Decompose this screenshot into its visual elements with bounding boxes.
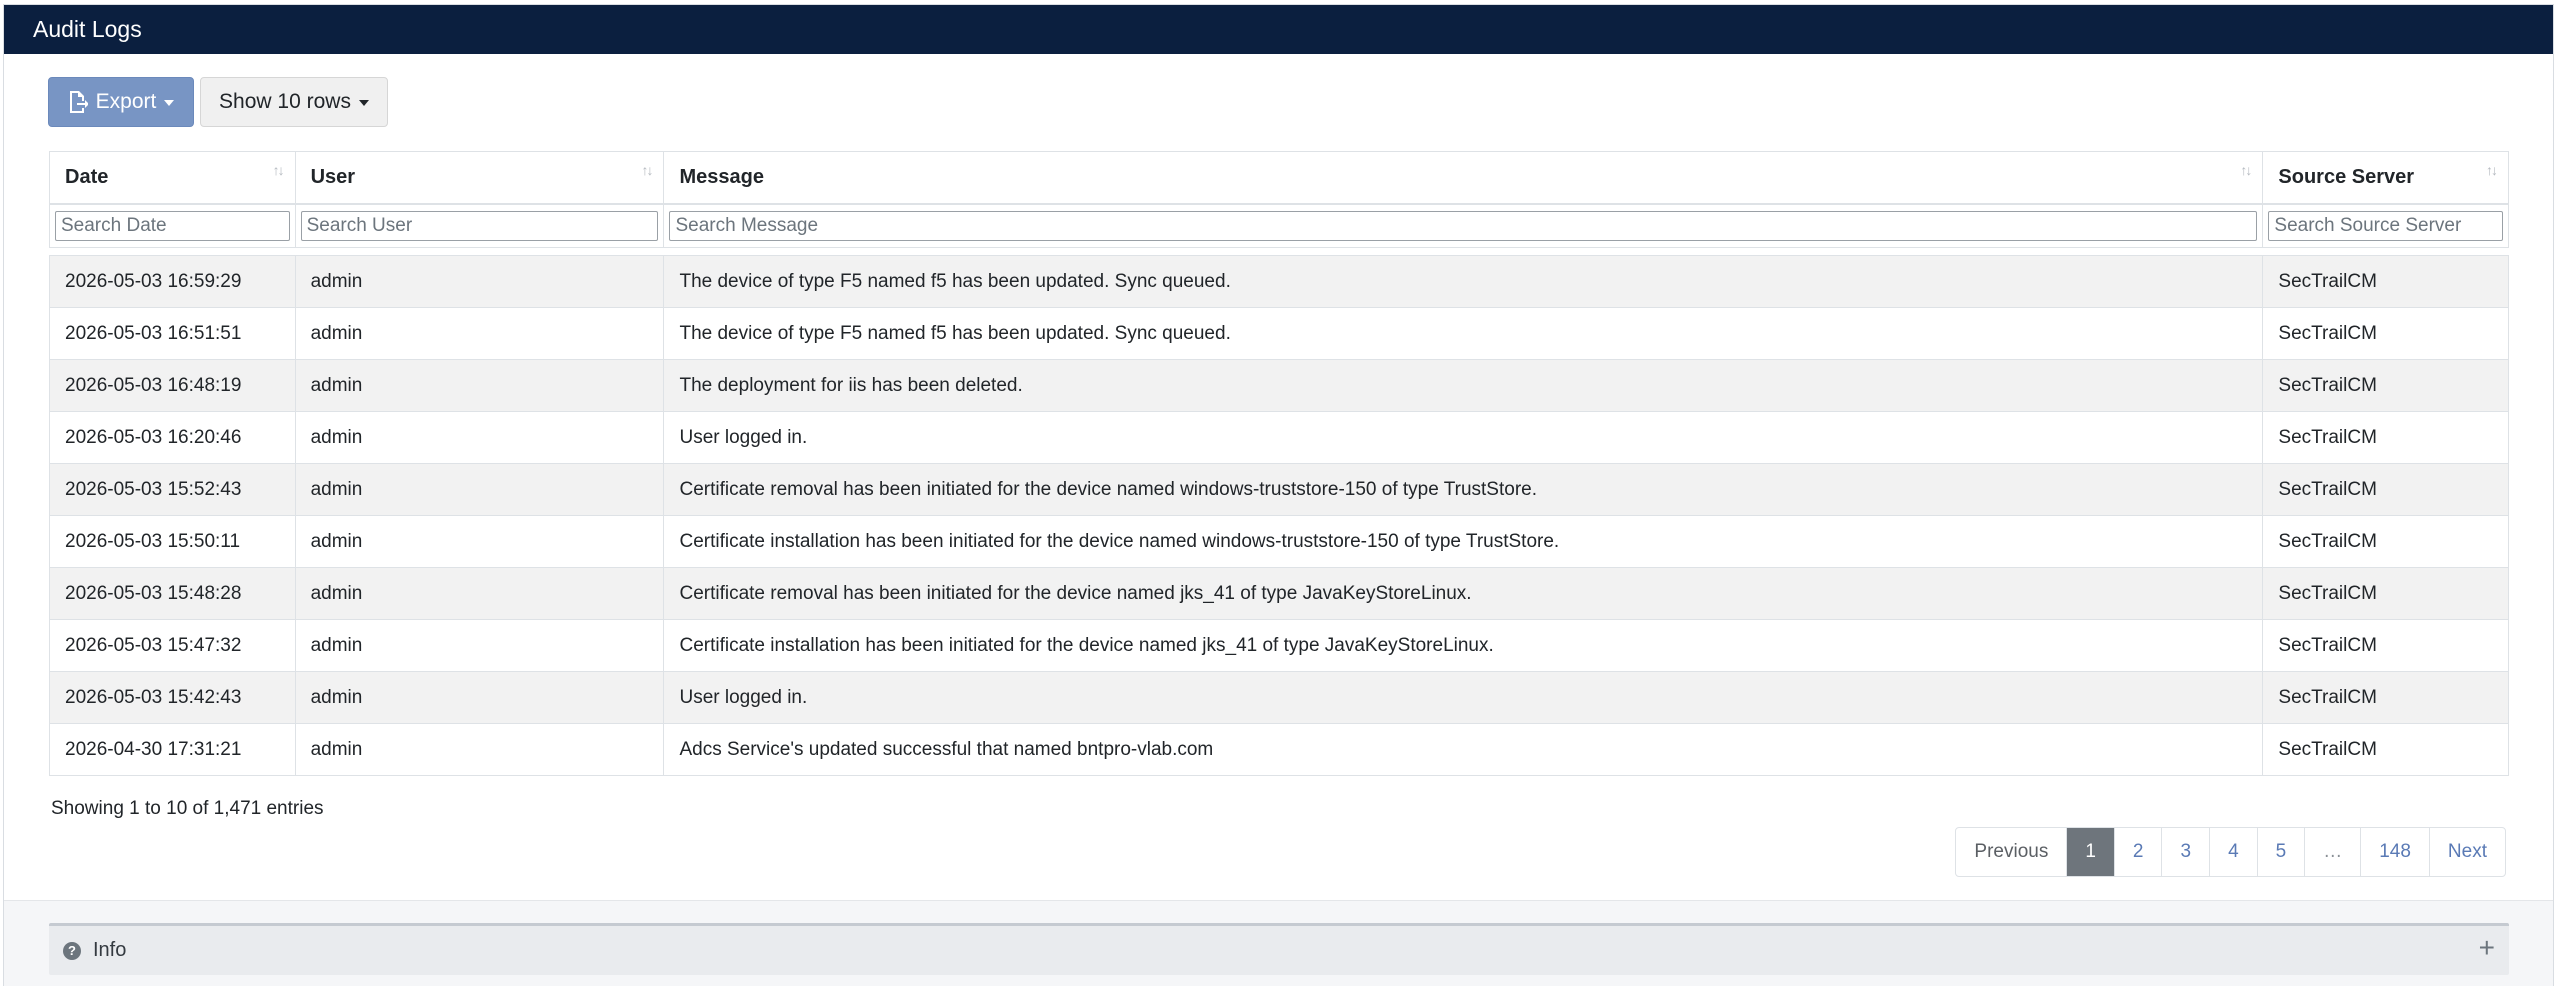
panel-title: Audit Logs [4, 5, 2553, 54]
date-cell: 2026-05-03 16:51:51 [49, 307, 296, 360]
sort-icon: ↑↓ [2240, 162, 2252, 178]
page-1-button[interactable]: 1 [2066, 828, 2114, 876]
sort-icon: ↑↓ [272, 162, 285, 178]
table-row: 2026-05-03 15:48:28 admin Certificate re… [49, 567, 2509, 620]
date-cell: 2026-05-03 15:50:11 [49, 515, 296, 568]
user-cell: admin [294, 255, 665, 308]
message-cell: Adcs Service's updated successful that n… [663, 723, 2264, 776]
audit-log-table: Date ↑↓ User ↑↓ Message ↑↓ Source Server ↑↓ … [49, 151, 2509, 776]
date-cell: 2026-05-03 16:20:46 [49, 411, 296, 464]
page-2-button[interactable]: 2 [2113, 828, 2162, 876]
source-server-cell: SecTrailCM [2262, 463, 2509, 516]
pagination: Previous 1 2 3 4 5 … 148 Next [1955, 827, 2506, 877]
message-cell: Certificate removal has been initiated f… [663, 567, 2264, 620]
source-server-cell: SecTrailCM [2262, 411, 2509, 464]
question-circle-icon: ? [63, 941, 81, 960]
user-cell: admin [294, 567, 665, 620]
source-server-cell: SecTrailCM [2262, 255, 2509, 308]
table-row: 2026-05-03 15:42:43 admin User logged in… [49, 671, 2509, 724]
page-3-button[interactable]: 3 [2161, 828, 2209, 876]
search-user-input[interactable] [300, 210, 659, 241]
file-export-icon [69, 91, 88, 113]
table-row: 2026-05-03 16:59:29 admin The device of … [49, 255, 2509, 308]
source-server-cell: SecTrailCM [2262, 515, 2509, 568]
page-5-button[interactable]: 5 [2256, 828, 2305, 876]
message-cell: User logged in. [663, 411, 2264, 464]
plus-icon[interactable]: + [2479, 934, 2495, 962]
sort-icon: ↑↓ [2486, 162, 2498, 178]
date-cell: 2026-05-03 15:48:28 [49, 567, 296, 620]
message-cell: The device of type F5 named f5 has been … [663, 307, 2264, 360]
export-label: Export [95, 90, 157, 113]
search-source-server-input[interactable] [2268, 210, 2503, 241]
previous-page-button[interactable]: Previous [1956, 828, 2066, 876]
info-title: Info [93, 939, 127, 961]
page-ellipsis: … [2304, 828, 2360, 876]
user-cell: admin [294, 307, 665, 360]
table-row: 2026-05-03 15:47:32 admin Certificate in… [49, 619, 2509, 672]
next-page-button[interactable]: Next [2428, 828, 2505, 876]
table-row: 2026-05-03 16:51:51 admin The device of … [49, 307, 2509, 360]
user-cell: admin [294, 723, 665, 776]
date-cell: 2026-05-03 15:47:32 [49, 619, 296, 672]
column-header-source-server[interactable]: Source Server ↑↓ [2262, 151, 2509, 205]
audit-logs-panel: Audit Logs Export Show 10 rows Date ↑↓ Us… [3, 4, 2554, 986]
user-cell: admin [294, 671, 665, 724]
page-4-button[interactable]: 4 [2209, 828, 2257, 876]
source-server-cell: SecTrailCM [2262, 723, 2509, 776]
column-header-user[interactable]: User ↑↓ [294, 151, 665, 205]
column-header-date[interactable]: Date ↑↓ [49, 151, 296, 205]
show-rows-label: Show 10 rows [219, 90, 351, 113]
show-rows-button[interactable]: Show 10 rows [200, 77, 388, 127]
user-cell: admin [294, 411, 665, 464]
user-cell: admin [294, 515, 665, 568]
message-cell: User logged in. [663, 671, 2264, 724]
chevron-down-icon [358, 100, 369, 106]
date-cell: 2026-05-03 15:52:43 [49, 463, 296, 516]
table-row: 2026-05-03 16:48:19 admin The deployment… [49, 359, 2509, 412]
chevron-down-icon [164, 100, 175, 106]
source-server-cell: SecTrailCM [2262, 307, 2509, 360]
table-row: 2026-05-03 15:50:11 admin Certificate in… [49, 515, 2509, 568]
table-toolbar: Export Show 10 rows [48, 77, 388, 127]
column-header-message[interactable]: Message ↑↓ [663, 151, 2264, 205]
date-cell: 2026-04-30 17:31:21 [49, 723, 296, 776]
source-server-cell: SecTrailCM [2262, 619, 2509, 672]
message-cell: Certificate removal has been initiated f… [663, 463, 2264, 516]
page-148-button[interactable]: 148 [2360, 828, 2429, 876]
source-server-cell: SecTrailCM [2262, 567, 2509, 620]
sort-icon: ↑↓ [641, 162, 653, 178]
date-cell: 2026-05-03 16:59:29 [49, 255, 296, 308]
user-cell: admin [294, 359, 665, 412]
export-button[interactable]: Export [48, 77, 194, 127]
user-cell: admin [294, 619, 665, 672]
date-cell: 2026-05-03 15:42:43 [49, 671, 296, 724]
user-cell: admin [294, 463, 665, 516]
source-server-cell: SecTrailCM [2262, 671, 2509, 724]
source-server-cell: SecTrailCM [2262, 359, 2509, 412]
message-cell: Certificate installation has been initia… [663, 515, 2264, 568]
info-section-header[interactable]: ? Info + [49, 923, 2509, 975]
table-row: 2026-05-03 16:20:46 admin User logged in… [49, 411, 2509, 464]
table-row: 2026-04-30 17:31:21 admin Adcs Service's… [49, 723, 2509, 776]
table-row: 2026-05-03 15:52:43 admin Certificate re… [49, 463, 2509, 516]
search-message-input[interactable] [669, 210, 2258, 241]
message-cell: The deployment for iis has been deleted. [663, 359, 2264, 412]
message-cell: The device of type F5 named f5 has been … [663, 255, 2264, 308]
table-info: Showing 1 to 10 of 1,471 entries [51, 798, 324, 819]
message-cell: Certificate installation has been initia… [663, 619, 2264, 672]
search-date-input[interactable] [55, 210, 290, 241]
date-cell: 2026-05-03 16:48:19 [49, 359, 296, 412]
